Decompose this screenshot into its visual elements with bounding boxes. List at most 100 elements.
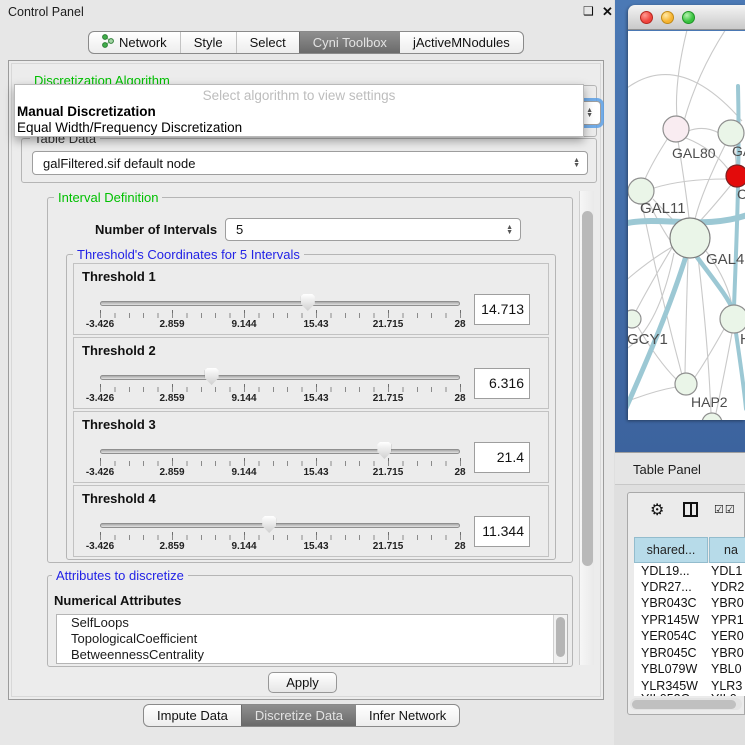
table-horizontal-scrollbar[interactable] [630,698,742,710]
tab-discretize-data[interactable]: Discretize Data [241,705,356,726]
tick-label: -3.426 [86,467,114,478]
table-row[interactable]: YDR27...YDR2 [634,580,745,596]
threshold-4-slider-thumb[interactable] [262,516,276,533]
threshold-2-value-field[interactable]: 6.316 [474,368,530,399]
interval-definition-group: Interval Definition Number of Intervals … [47,197,573,563]
threshold-3-box: Threshold 3 -3.426 2.859 9.144 15.43 21.… [73,411,549,483]
table-panel: ⚙ ☑☑ shared... na YDL19...YDL1 YDR27...Y… [627,492,745,715]
node-bottom[interactable] [702,413,722,420]
gear-icon[interactable]: ⚙ [650,500,664,520]
threshold-3-slider-track[interactable] [100,449,460,454]
table-row[interactable]: YDL19...YDL1 [634,564,745,580]
tab-impute-data[interactable]: Impute Data [144,705,241,726]
numerical-attributes-list[interactable]: SelfLoops TopologicalCoefficient Between… [56,614,568,664]
tick-label: 21.715 [373,393,404,404]
list-item[interactable]: BetweennessCentrality [57,647,567,663]
network-graph: GAL80 GA C GAL11 GAL4 GCY1 H HAP2 [628,31,745,420]
number-of-intervals-combobox[interactable]: 5 ▲▼ [225,218,521,241]
threshold-2-box: Threshold 2 -3.426 2.859 9.144 15.43 21.… [73,337,549,409]
tab-cyni-toolbox[interactable]: Cyni Toolbox [299,32,400,53]
tab-infer-network-label: Infer Network [369,708,446,723]
network-canvas[interactable]: GAL80 GA C GAL11 GAL4 GCY1 H HAP2 [628,31,745,420]
algorithm-dropdown-popup: Select algorithm to view settings Manual… [14,84,584,137]
threshold-4-value-field[interactable]: 11.344 [474,516,530,547]
threshold-1-slider-thumb[interactable] [301,294,315,311]
list-scrollbar-thumb[interactable] [556,617,565,657]
table-rows[interactable]: YDL19...YDL1 YDR27...YDR2 YBR043CYBR0 YP… [634,563,745,696]
node-gal4[interactable] [670,218,710,258]
cell: YBR045C [641,646,697,660]
table-row[interactable]: YBR043CYBR0 [634,596,745,612]
panel-title: Control Panel [8,5,84,19]
list-item[interactable]: TopologicalCoefficient [57,631,567,647]
list-item[interactable]: SelfLoops [57,615,567,631]
table-row[interactable]: YBR045CYBR0 [634,646,745,662]
threshold-1-slider-track[interactable] [100,301,460,306]
network-window-titlebar[interactable] [628,5,745,30]
table-row[interactable]: YPR145WYPR1 [634,613,745,629]
column-header-shared-name[interactable]: shared... [634,537,708,563]
threshold-2-label: Threshold 2 [82,343,156,358]
threshold-4-slider-track[interactable] [100,523,460,528]
float-panel-icon[interactable]: ❑ [583,4,594,18]
select-columns-icon[interactable]: ☑☑ [714,503,736,516]
close-window-icon[interactable] [640,11,653,24]
network-view-window[interactable]: GAL80 GA C GAL11 GAL4 GCY1 H HAP2 [628,5,745,420]
dropdown-option-manual[interactable]: Manual Discretization [17,104,156,119]
minimize-window-icon[interactable] [661,11,674,24]
tick-label: 28 [454,467,465,478]
tab-cyni-toolbox-label: Cyni Toolbox [313,35,387,50]
tab-style[interactable]: Style [180,32,236,53]
node-hap2[interactable] [675,373,697,395]
threshold-2-slider-track[interactable] [100,375,460,380]
combo-arrows-icon: ▲▼ [586,108,593,118]
cell: YER054C [641,629,697,643]
tab-network-label: Network [119,35,167,50]
threshold-2-slider-thumb[interactable] [205,368,219,385]
threshold-1-box: Threshold 1 -3.426 2.859 9.144 15.43 21.… [73,263,549,335]
cell: YBR0 [711,596,744,610]
zoom-window-icon[interactable] [682,11,695,24]
tab-style-label: Style [194,35,223,50]
dropdown-option-equal-width[interactable]: Equal Width/Frequency Discretization [17,120,242,135]
node-h[interactable] [720,305,745,333]
tab-infer-network[interactable]: Infer Network [356,705,459,726]
table-data-group: Table Data galFiltered.sif default node … [21,138,597,183]
columns-icon[interactable] [683,502,698,517]
tab-jactivemnodules[interactable]: jActiveMNodules [400,32,523,53]
table-row[interactable]: YBL079WYBL0 [634,662,745,678]
node-gcy1[interactable] [628,310,641,328]
tab-discretize-data-label: Discretize Data [255,708,343,723]
node-gal80[interactable] [663,116,689,142]
network-icon [102,34,114,51]
tab-impute-data-label: Impute Data [157,708,228,723]
table-row[interactable]: YIL052CYIL0 [634,692,745,696]
threshold-3-value-field[interactable]: 21.4 [474,442,530,473]
number-of-intervals-label: Number of Intervals [95,222,217,237]
slider-minor-ticks [100,387,461,392]
attributes-group: Attributes to discretize Numerical Attri… [47,575,573,667]
tick-label: 9.144 [231,319,256,330]
table-row[interactable]: YER054CYER0 [634,629,745,645]
tab-jactivemnodules-label: jActiveMNodules [413,35,510,50]
cell: YPR145W [641,613,699,627]
tab-select[interactable]: Select [236,32,299,53]
cell: YBL0 [711,662,742,676]
column-header-name[interactable]: na [709,537,745,563]
table-data-combobox[interactable]: galFiltered.sif default node ▲▼ [32,151,588,175]
node-selected-red[interactable] [726,165,745,187]
tick-label: 2.859 [159,541,184,552]
node-label: GA [732,143,745,159]
apply-button[interactable]: Apply [268,672,337,693]
threshold-coordinates-group: Threshold's Coordinates for 5 Intervals … [66,254,556,560]
table-hscrollbar-thumb[interactable] [632,700,736,709]
tick-label: -3.426 [86,319,114,330]
panel-scrollbar-thumb[interactable] [582,211,593,566]
panel-scrollbar[interactable] [579,191,594,665]
close-panel-icon[interactable]: ✕ [602,4,613,20]
threshold-1-value-field[interactable]: 14.713 [474,294,530,325]
list-scrollbar[interactable] [553,615,567,663]
threshold-3-slider-thumb[interactable] [377,442,391,459]
tab-network[interactable]: Network [89,32,180,53]
node-label: GAL80 [672,145,716,161]
